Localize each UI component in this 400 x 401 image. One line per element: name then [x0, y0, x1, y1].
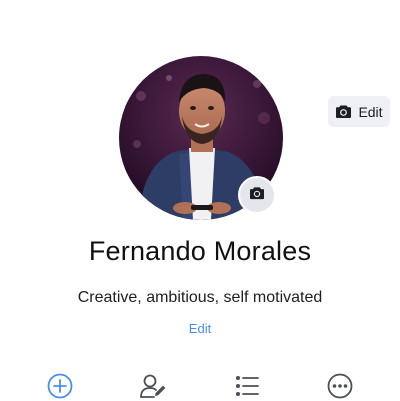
edit-person-icon — [139, 373, 167, 399]
profile-actions — [0, 371, 400, 401]
activity-log-button[interactable] — [232, 371, 262, 401]
change-photo-button[interactable] — [238, 176, 276, 214]
edit-bio-link[interactable]: Edit — [189, 321, 211, 336]
edit-cover-label: Edit — [358, 103, 383, 120]
profile-bio: Creative, ambitious, self motivated — [77, 289, 323, 306]
profile-header: Edit Fernando Morales Creative, ambitiou… — [0, 0, 400, 400]
more-icon — [327, 373, 353, 399]
edit-profile-button[interactable] — [138, 371, 168, 401]
list-icon — [235, 375, 259, 397]
profile-name: Fernando Morales — [88, 236, 312, 266]
camera-icon — [249, 186, 265, 205]
add-circle-icon — [47, 373, 73, 399]
edit-cover-button[interactable]: Edit — [328, 96, 390, 127]
more-button[interactable] — [325, 371, 355, 401]
add-story-button[interactable] — [45, 371, 75, 401]
camera-icon — [335, 104, 352, 119]
bio-edit-row: Edit — [0, 321, 400, 336]
